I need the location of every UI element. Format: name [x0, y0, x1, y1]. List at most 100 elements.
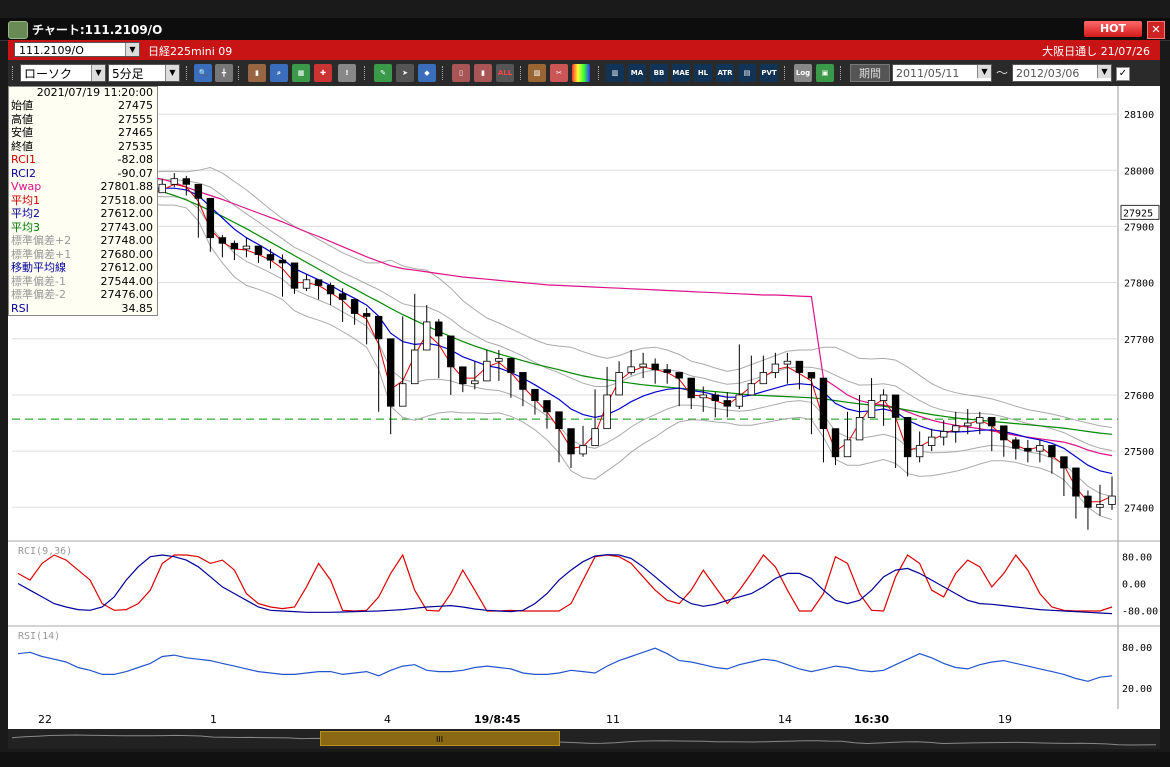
magnify-tool-icon[interactable]: ⌕ [270, 64, 288, 82]
session-info: 大阪日通し 21/07/26 [1042, 45, 1150, 58]
price-tick-label: 27400 [1124, 503, 1154, 514]
log-button[interactable]: Log [794, 64, 812, 82]
candle-body [615, 372, 623, 396]
candle-body [711, 394, 719, 401]
calendar-dropdown-icon[interactable]: ▼ [1097, 65, 1111, 78]
candle-body [242, 245, 251, 250]
crosshair-icon[interactable]: ╋ [215, 64, 233, 82]
price-tick-label: 28000 [1124, 166, 1154, 177]
info-row: Vwap 27801.88 [9, 180, 157, 194]
x-axis-background [8, 709, 1160, 729]
info-value: -82.08 [117, 153, 153, 166]
window-layout-icon[interactable]: ▣ [816, 64, 834, 82]
toolbar-grip[interactable] [238, 66, 242, 80]
chart-type-select[interactable]: ローソク ▼ [20, 64, 106, 82]
alert-tool-icon[interactable]: ! [338, 64, 356, 82]
period-checkbox[interactable]: ✓ [1116, 67, 1130, 81]
chart-window[interactable]: 28100 28000 27900 27800 27700 27600 27500 27400… [8, 86, 1160, 709]
symbol-code-select[interactable]: 111.2109/O ▼ [14, 42, 140, 57]
toolbar-grip[interactable] [12, 66, 16, 80]
toolbar-grip[interactable] [598, 66, 602, 80]
window-title: チャート:111.2109/O [32, 23, 163, 37]
x-axis-label: 11 [606, 713, 620, 726]
candle-body [1096, 504, 1104, 508]
toolbar-grip[interactable] [442, 66, 446, 80]
chart-type-value: ローソク [24, 67, 73, 81]
toolbar-grip[interactable] [784, 66, 788, 80]
time-scrollbar[interactable]: III [8, 729, 1160, 749]
chevron-down-icon[interactable]: ▼ [165, 65, 179, 81]
chevron-down-icon[interactable]: ▼ [125, 43, 139, 56]
ratio-icon[interactable]: ▤ [738, 64, 756, 82]
cross-tool-icon[interactable]: ✚ [314, 64, 332, 82]
info-value: -90.07 [117, 166, 153, 180]
close-button[interactable]: ✕ [1147, 21, 1165, 39]
volume-icon[interactable]: ▥ [606, 64, 624, 82]
candle-body [1048, 445, 1056, 458]
x-axis-label: 1 [210, 713, 217, 726]
candle-body [218, 237, 227, 244]
ma-button[interactable]: MA [628, 64, 646, 82]
bar-type-icon[interactable]: ▯ [452, 64, 470, 82]
candle-body [879, 394, 888, 401]
toolbar-grip[interactable] [364, 66, 368, 80]
candle-type-icon[interactable]: ▮ [474, 64, 492, 82]
toolbar-grip[interactable] [186, 66, 190, 80]
candle-body [290, 262, 299, 289]
info-value: 27680.00 [100, 247, 154, 261]
info-row: 安値 27465 [9, 126, 157, 140]
chevron-down-icon[interactable]: ▼ [91, 65, 105, 81]
overview-sparkline [11, 734, 1157, 746]
date-to-field[interactable]: 2012/03/06 ▼ [1012, 64, 1112, 82]
show-all-button[interactable]: ALL [496, 64, 514, 82]
atr-button[interactable]: ATR [716, 64, 734, 82]
date-from-value: 2011/05/11 [896, 67, 960, 80]
toolbar-grip[interactable] [840, 66, 844, 80]
info-row: 平均3 27743.00 [9, 221, 157, 235]
date-from-field[interactable]: 2011/05/11 ▼ [892, 64, 992, 82]
toolbar-grip[interactable] [520, 66, 524, 80]
pen-icon[interactable]: ✎ [374, 64, 392, 82]
hot-badge[interactable]: HOT [1084, 21, 1142, 37]
candle-body [423, 321, 431, 351]
calendar-dropdown-icon[interactable]: ▼ [977, 65, 991, 78]
symbol-name: 日経225mini 09 [148, 45, 233, 58]
x-axis-label: 16:30 [854, 713, 889, 726]
info-value: 27801.88 [100, 180, 154, 193]
hl-button[interactable]: HL [694, 64, 712, 82]
color-icon[interactable] [572, 64, 590, 82]
candle-body [675, 372, 683, 379]
pvt-button[interactable]: PVT [760, 64, 778, 82]
zoom-icon[interactable]: 🔍 [194, 64, 212, 82]
info-value: 27743.00 [100, 220, 154, 234]
price-tick-label: 27800 [1124, 279, 1154, 290]
candle-body [579, 445, 587, 455]
cursor-icon[interactable]: ➤ [396, 64, 414, 82]
candle-body [543, 400, 551, 413]
chart-toolbar: ローソク ▼ 5分足 ▼ 🔍 ╋ ▮ ⌕ ▦ ✚ ! ✎ ➤ ◆ ▯ ▮ ALL… [8, 60, 1160, 87]
grid-tool-icon[interactable]: ▦ [292, 64, 310, 82]
candle-tool-icon[interactable]: ▮ [248, 64, 266, 82]
info-label: RCI1 [11, 153, 37, 166]
candle-body [831, 428, 840, 458]
candle-body [362, 313, 371, 317]
candle-body [471, 380, 479, 385]
bb-button[interactable]: BB [650, 64, 668, 82]
candle-body [891, 394, 900, 418]
eraser-icon[interactable]: ◆ [418, 64, 436, 82]
candle-body [807, 372, 816, 379]
price-tick-label: 27700 [1124, 335, 1154, 346]
candle-body [338, 293, 347, 300]
tools-icon[interactable]: ✂ [550, 64, 568, 82]
mae-button[interactable]: MAE [672, 64, 690, 82]
price-chart[interactable]: 28100 28000 27900 27800 27700 27600 27500 27400… [8, 86, 1160, 709]
rsi-tick-label: 20.00 [1122, 684, 1152, 695]
candle-body [350, 299, 359, 314]
period-label[interactable]: 期間 [850, 64, 890, 82]
scrollbar-thumb[interactable]: III [320, 731, 560, 746]
candle-body [158, 183, 166, 194]
candle-body [230, 242, 239, 250]
indicator-icon[interactable]: ▨ [528, 64, 546, 82]
info-value: 27535 [118, 139, 153, 153]
interval-select[interactable]: 5分足 ▼ [108, 64, 180, 82]
